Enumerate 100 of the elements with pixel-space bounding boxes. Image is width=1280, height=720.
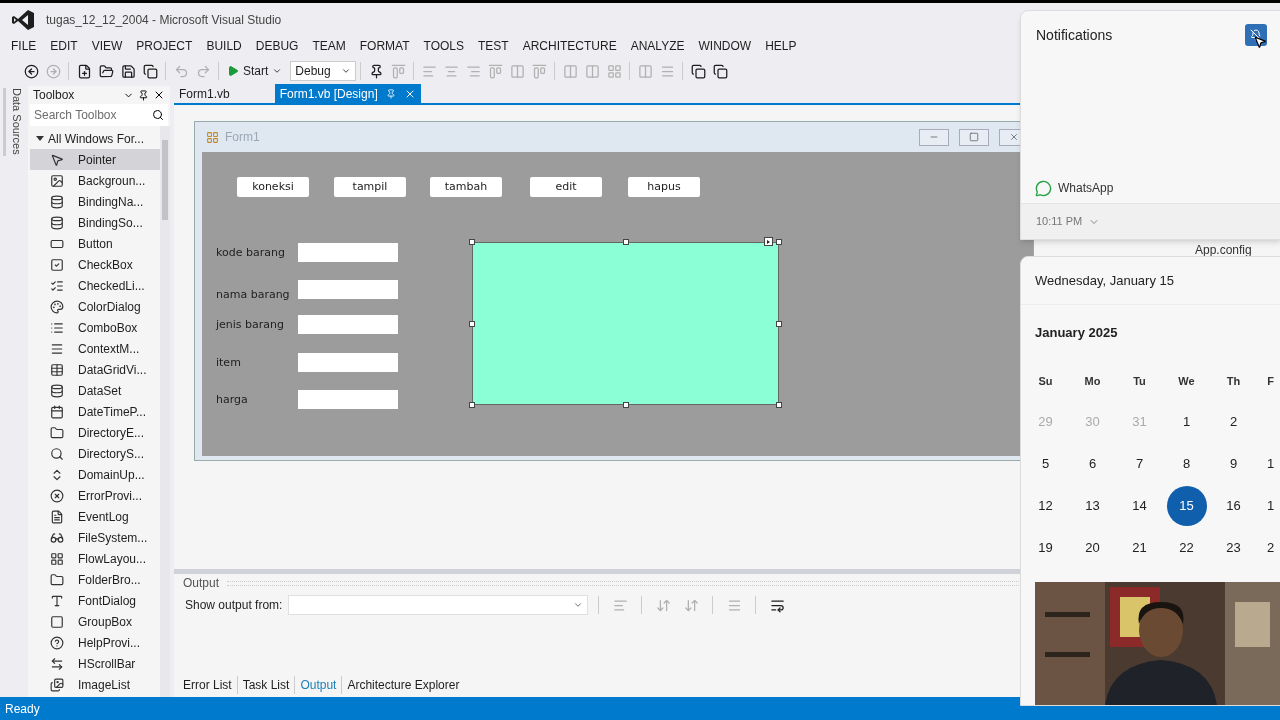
close-icon: [1009, 132, 1019, 142]
toolbox-item[interactable]: ColorDialog: [30, 296, 160, 317]
toolbox-item[interactable]: ErrorProvi...: [30, 485, 160, 506]
toolbox-item[interactable]: CheckedLi...: [30, 275, 160, 296]
minimize-button[interactable]: [919, 128, 949, 146]
calendar-day[interactable]: 14: [1119, 486, 1160, 526]
panel-tab[interactable]: Error List: [178, 676, 238, 694]
toolbox-item[interactable]: Button: [30, 233, 160, 254]
configuration-dropdown[interactable]: Debug: [290, 61, 357, 81]
menu-item[interactable]: DEBUG: [248, 37, 306, 55]
form-button[interactable]: edit: [530, 177, 602, 197]
toolbox-item[interactable]: EventLog: [30, 506, 160, 527]
toolbox-item[interactable]: Pointer: [30, 149, 160, 170]
resize-handle[interactable]: [776, 402, 782, 408]
toolbox-item[interactable]: HScrollBar: [30, 653, 160, 674]
menu-item[interactable]: TOOLS: [416, 37, 471, 55]
toolbox-item[interactable]: ImageList: [30, 674, 160, 695]
calendar-day[interactable]: 15: [1166, 486, 1207, 526]
calendar-day[interactable]: 1: [1166, 402, 1207, 442]
resize-handle[interactable]: [469, 320, 475, 327]
panel-tab[interactable]: Task List: [237, 676, 296, 694]
toolbox-item[interactable]: DirectoryE...: [30, 422, 160, 443]
document-tab[interactable]: Form1.vb: [174, 84, 235, 103]
menu-item[interactable]: ARCHITECTURE: [515, 37, 624, 55]
search-field[interactable]: Search Toolbox: [30, 104, 148, 126]
toolbox-item[interactable]: DataGridVi...: [30, 359, 160, 380]
text-field[interactable]: [298, 243, 398, 262]
calendar-day[interactable]: 8: [1166, 444, 1207, 484]
calendar-day[interactable]: 1: [1257, 444, 1280, 484]
calendar-day[interactable]: 12: [1025, 486, 1066, 526]
menu-item[interactable]: TEST: [471, 37, 516, 55]
toolbox-item[interactable]: ComboBox: [30, 317, 160, 338]
calendar-day[interactable]: 23: [1213, 528, 1254, 568]
copy-icon: [712, 63, 728, 79]
panel-tab[interactable]: Output: [295, 676, 343, 694]
menu-item[interactable]: FORMAT: [352, 37, 417, 55]
text-field[interactable]: [298, 390, 398, 409]
toolbox-item[interactable]: DomainUp...: [30, 464, 160, 485]
search-button[interactable]: [148, 104, 168, 126]
toolbox-item[interactable]: FontDialog: [30, 590, 160, 611]
menu-item[interactable]: PROJECT: [129, 37, 200, 55]
output-source-dropdown[interactable]: [288, 595, 589, 615]
calendar-day[interactable]: 19: [1025, 528, 1066, 568]
error-icon: [50, 488, 64, 503]
calendar-day[interactable]: 9: [1213, 444, 1254, 484]
calendar-day[interactable]: 7: [1119, 444, 1160, 484]
menu-item[interactable]: BUILD: [199, 37, 249, 55]
resize-handle[interactable]: [776, 239, 782, 245]
pin-icon[interactable]: [138, 89, 149, 101]
calendar-day[interactable]: 2: [1257, 528, 1280, 568]
toolbox-item[interactable]: FlowLayou...: [30, 548, 160, 569]
form-button[interactable]: hapus: [628, 177, 700, 197]
resize-handle[interactable]: [776, 320, 782, 327]
menu-item[interactable]: WINDOW: [691, 37, 759, 55]
toolbox-item[interactable]: DateTimeP...: [30, 401, 160, 422]
text-field[interactable]: [298, 280, 398, 299]
toolbox-item[interactable]: HelpProvi...: [30, 632, 160, 653]
collapse-icon[interactable]: [36, 136, 44, 141]
toolbox-item[interactable]: ContextM...: [30, 338, 160, 359]
menu-item[interactable]: EDIT: [43, 37, 85, 55]
start-button[interactable]: Start: [223, 60, 287, 82]
menu-item[interactable]: VIEW: [84, 37, 130, 55]
group-header[interactable]: All Windows For...: [48, 129, 145, 148]
menu-item[interactable]: FILE: [4, 37, 44, 55]
toolbox-item[interactable]: BindingSo...: [30, 212, 160, 233]
resize-handle[interactable]: [622, 239, 629, 245]
calendar-day[interactable]: 21: [1119, 528, 1160, 568]
text-field[interactable]: [298, 353, 398, 372]
toolbox-item[interactable]: FileSystem...: [30, 527, 160, 548]
form-button[interactable]: koneksi: [237, 177, 309, 197]
menu-item[interactable]: TEAM: [305, 37, 353, 55]
calendar-day[interactable]: 6: [1072, 444, 1113, 484]
scrollbar[interactable]: [160, 126, 170, 697]
toolbox-item[interactable]: DataSet: [30, 380, 160, 401]
panel-tab[interactable]: Architecture Explorer: [342, 676, 465, 694]
toolbox-item[interactable]: FolderBro...: [30, 569, 160, 590]
menu-item[interactable]: ANALYZE: [623, 37, 692, 55]
smart-tag-icon[interactable]: [764, 237, 773, 246]
maximize-button[interactable]: [959, 128, 989, 146]
resize-handle[interactable]: [469, 239, 475, 245]
form-button[interactable]: tambah: [430, 177, 502, 197]
toolbox-item[interactable]: DirectoryS...: [30, 443, 160, 464]
side-tab[interactable]: Data Sources: [3, 88, 25, 156]
toolbox-item[interactable]: CheckBox: [30, 254, 160, 275]
calendar-day[interactable]: 5: [1025, 444, 1066, 484]
menu-item[interactable]: HELP: [758, 37, 804, 55]
calendar-day[interactable]: 13: [1072, 486, 1113, 526]
calendar-day[interactable]: 20: [1072, 528, 1113, 568]
toolbox-item[interactable]: BindingNa...: [30, 191, 160, 212]
calendar-day[interactable]: 22: [1166, 528, 1207, 568]
calendar-day[interactable]: 16: [1213, 486, 1254, 526]
toolbox-item[interactable]: Backgroun...: [30, 170, 160, 191]
toolbox-item[interactable]: GroupBox: [30, 611, 160, 632]
text-field[interactable]: [298, 315, 398, 334]
form-button[interactable]: tampil: [334, 177, 406, 197]
calendar-day[interactable]: 2: [1213, 402, 1254, 442]
calendar-day[interactable]: 1: [1257, 486, 1280, 526]
close-icon[interactable]: [153, 89, 165, 101]
resize-handle[interactable]: [622, 402, 629, 408]
resize-handle[interactable]: [469, 402, 475, 408]
